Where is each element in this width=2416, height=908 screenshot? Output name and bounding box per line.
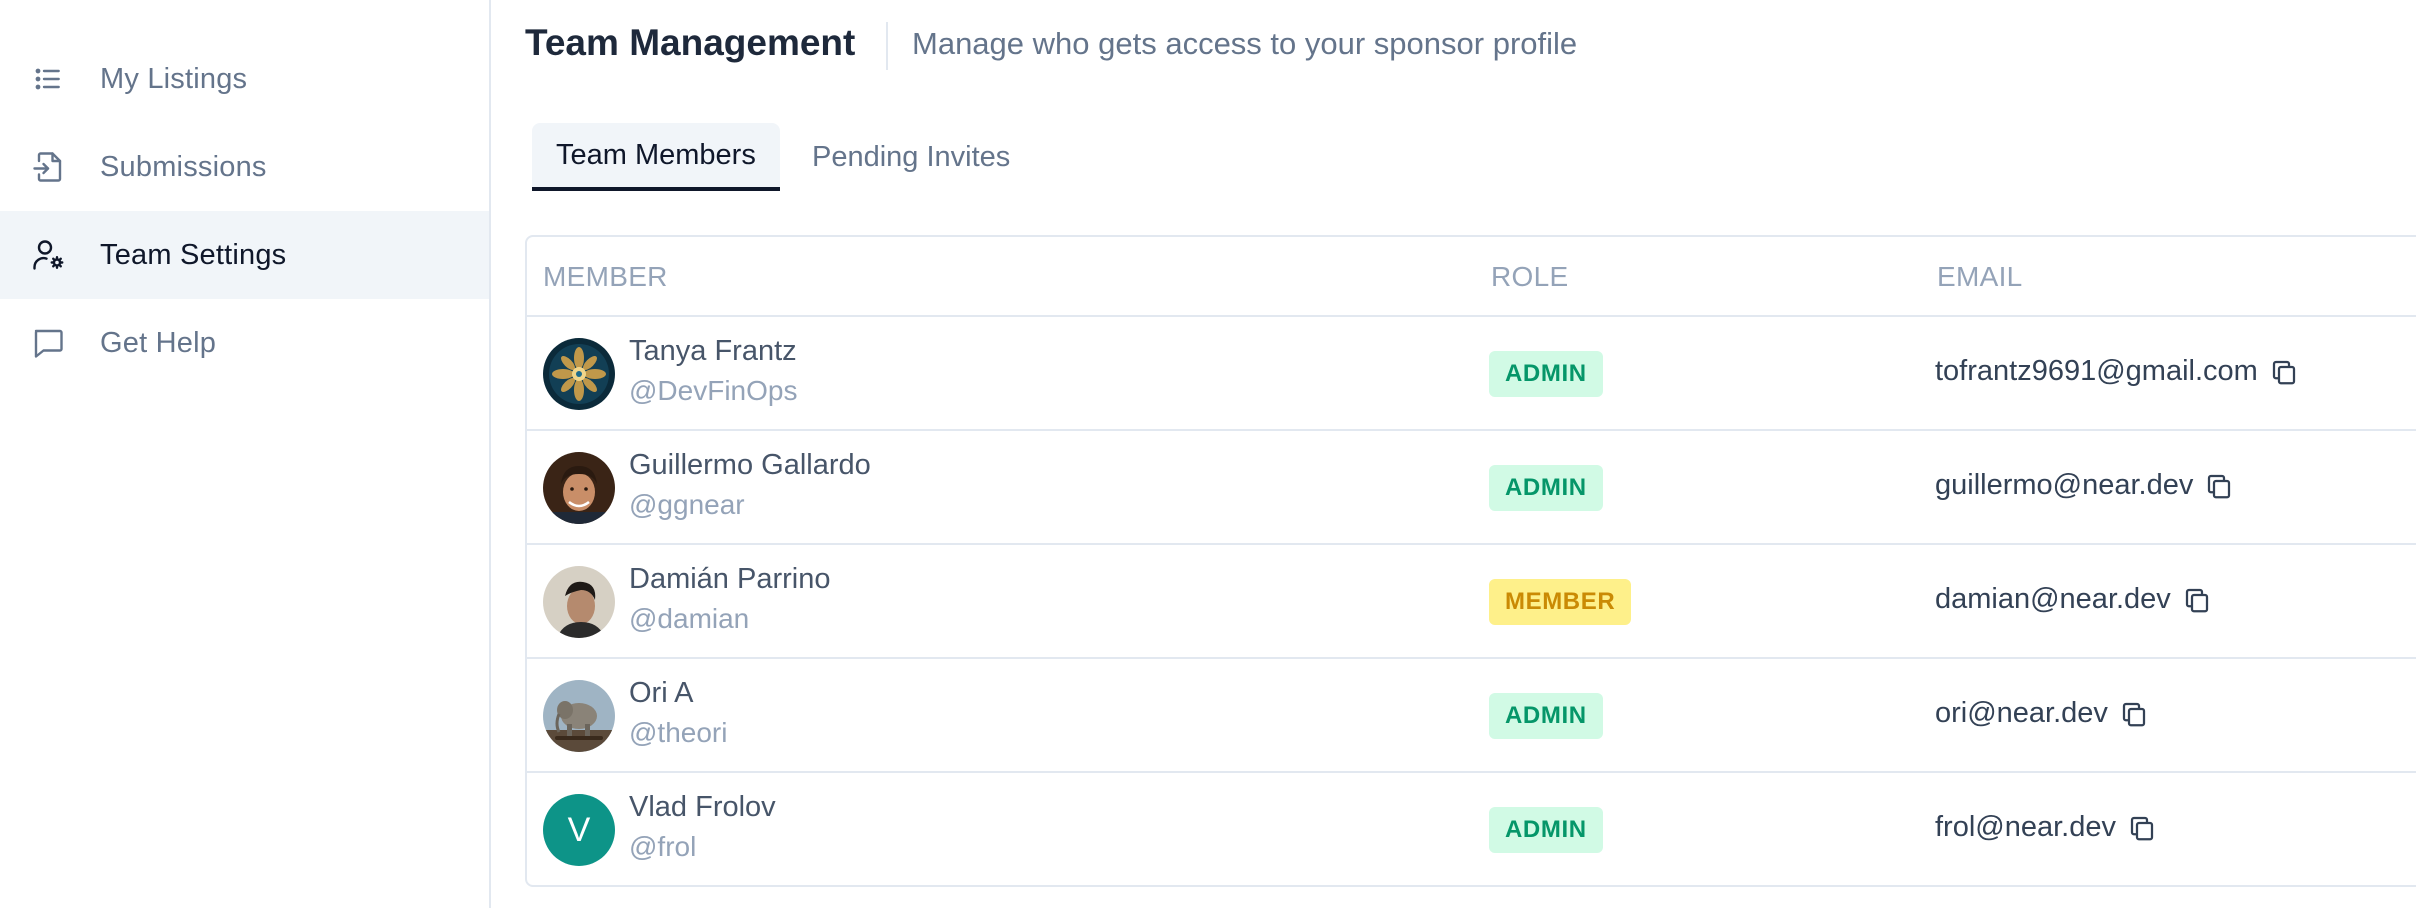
avatar bbox=[543, 338, 615, 410]
role-badge: ADMIN bbox=[1489, 465, 1603, 511]
member-handle: @damian bbox=[629, 603, 750, 634]
table-header: MEMBER ROLE EMAIL bbox=[527, 237, 2416, 317]
member-email: guillermo@near.dev bbox=[1935, 469, 2194, 501]
copy-icon[interactable] bbox=[2118, 698, 2150, 730]
table-row: Damián Parrino @damian MEMBER damian@nea… bbox=[527, 545, 2416, 659]
member-name: Damián Parrino bbox=[629, 563, 831, 595]
member-email: tofrantz9691@gmail.com bbox=[1935, 355, 2258, 387]
member-handle: @ggnear bbox=[629, 489, 745, 520]
member-handle: @DevFinOps bbox=[629, 375, 798, 406]
member-name: Guillermo Gallardo bbox=[629, 449, 871, 481]
role-badge: ADMIN bbox=[1489, 693, 1603, 739]
column-header-member: MEMBER bbox=[543, 261, 668, 292]
members-table: MEMBER ROLE EMAIL Tanya Frantz @DevFinOp… bbox=[525, 235, 2416, 887]
sidebar-item-get-help[interactable]: Get Help bbox=[0, 299, 489, 387]
avatar: V bbox=[543, 794, 615, 866]
member-email: damian@near.dev bbox=[1935, 583, 2171, 615]
email-cell: guillermo@near.dev bbox=[1935, 469, 2235, 502]
member-name: Vlad Frolov bbox=[629, 791, 776, 823]
copy-icon[interactable] bbox=[2126, 812, 2158, 844]
copy-icon[interactable] bbox=[2268, 356, 2300, 388]
table-row: Guillermo Gallardo @ggnear ADMIN guiller… bbox=[527, 431, 2416, 545]
list-icon bbox=[30, 61, 66, 97]
sidebar-item-my-listings[interactable]: My Listings bbox=[0, 35, 489, 123]
member-email: frol@near.dev bbox=[1935, 811, 2116, 843]
page-title: Team Management bbox=[525, 22, 856, 63]
chat-bubble-icon bbox=[30, 325, 66, 361]
email-cell: tofrantz9691@gmail.com bbox=[1935, 355, 2300, 388]
tab-team-members[interactable]: Team Members bbox=[532, 123, 780, 191]
email-cell: damian@near.dev bbox=[1935, 583, 2213, 616]
sidebar-item-label: Team Settings bbox=[100, 238, 287, 271]
copy-icon[interactable] bbox=[2203, 470, 2235, 502]
role-badge: ADMIN bbox=[1489, 807, 1603, 853]
user-gear-icon bbox=[30, 237, 66, 273]
copy-icon[interactable] bbox=[2181, 584, 2213, 616]
member-email: ori@near.dev bbox=[1935, 697, 2108, 729]
sidebar-item-label: Get Help bbox=[100, 326, 217, 359]
avatar bbox=[543, 680, 615, 752]
avatar bbox=[543, 452, 615, 524]
member-name: Tanya Frantz bbox=[629, 335, 797, 367]
file-import-icon bbox=[30, 149, 66, 185]
table-row: V Vlad Frolov @frol ADMIN frol@near.dev bbox=[527, 773, 2416, 885]
member-handle: @theori bbox=[629, 717, 728, 748]
sidebar: My Listings Submissions Team Settings Ge… bbox=[0, 0, 491, 908]
main-content: Team Management Manage who gets access t… bbox=[493, 0, 2416, 908]
avatar-letter: V bbox=[567, 810, 591, 849]
column-header-email: EMAIL bbox=[1937, 261, 2023, 292]
sidebar-item-label: My Listings bbox=[100, 62, 248, 95]
column-header-role: ROLE bbox=[1491, 261, 1569, 292]
table-row: Ori A @theori ADMIN ori@near.dev bbox=[527, 659, 2416, 773]
email-cell: ori@near.dev bbox=[1935, 697, 2150, 730]
sidebar-item-team-settings[interactable]: Team Settings bbox=[0, 211, 489, 299]
avatar bbox=[543, 566, 615, 638]
tab-pending-invites[interactable]: Pending Invites bbox=[788, 123, 1034, 191]
email-cell: frol@near.dev bbox=[1935, 811, 2158, 844]
sidebar-item-label: Submissions bbox=[100, 150, 267, 183]
member-handle: @frol bbox=[629, 831, 697, 862]
page-subtitle: Manage who gets access to your sponsor p… bbox=[912, 26, 1578, 61]
header-divider bbox=[886, 22, 888, 70]
table-row: Tanya Frantz @DevFinOps ADMIN tofrantz96… bbox=[527, 317, 2416, 431]
role-badge: ADMIN bbox=[1489, 351, 1603, 397]
sidebar-item-submissions[interactable]: Submissions bbox=[0, 123, 489, 211]
member-name: Ori A bbox=[629, 677, 694, 709]
role-badge: MEMBER bbox=[1489, 579, 1632, 625]
